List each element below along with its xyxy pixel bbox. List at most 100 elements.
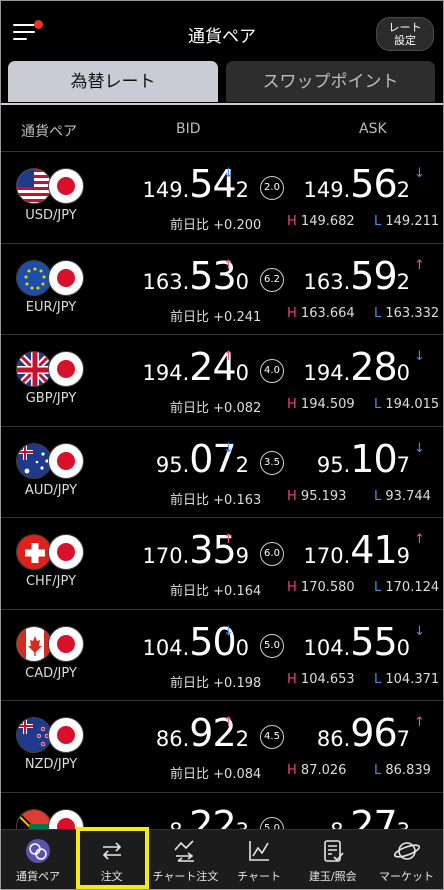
low-label: L [374, 397, 382, 412]
jp-flag-icon [48, 168, 84, 204]
ask-price-prefix: 194. [303, 361, 351, 385]
low-label: L [374, 671, 382, 687]
high-label: H [287, 763, 297, 778]
daily-change-value: +0.084 [213, 767, 262, 782]
arrow-up-icon: ↑ [223, 715, 234, 730]
arrow-down-icon: ↓ [414, 349, 425, 364]
arrow-down-icon: ↓ [414, 166, 425, 181]
nav-item[interactable]: チャート注文 [148, 830, 222, 889]
ask-price-prefix: 95. [316, 452, 351, 477]
pair-flags [16, 259, 86, 296]
tab-bar: 為替レート スワップポイント [1, 61, 443, 103]
ask-price[interactable]: 194.280 [304, 345, 411, 389]
high-value: 194.509 [300, 397, 355, 412]
nav-item[interactable]: チャート [222, 830, 296, 889]
low-value: 194.015 [385, 397, 440, 412]
arrow-up-icon: ↑ [414, 257, 425, 273]
daily-change-value: +0.241 [213, 309, 262, 325]
arrow-down-icon: ↓ [223, 166, 234, 181]
ask-price-pips: 28 [350, 345, 397, 389]
daily-change: 前日比 +0.241 [170, 306, 261, 325]
column-ask: ASK [359, 121, 387, 137]
nav-item[interactable]: マーケット [370, 830, 444, 889]
daily-change-value: +0.082 [213, 401, 262, 416]
pair-flags [16, 442, 86, 479]
tab-swap-points[interactable]: スワップポイント [226, 61, 435, 102]
daily-change: 前日比 +0.082 [170, 397, 261, 416]
rate-row[interactable]: CAD/JPY 104.500 ↓ 5.0 104.550 ↓ 前日比 +0.198 H 10… [1, 608, 443, 701]
nav-item-label: マーケット [379, 870, 434, 883]
bid-price-prefix: 86. [155, 727, 190, 751]
us-flag-icon [16, 168, 52, 204]
bid-arrow: ↑ [223, 701, 237, 731]
ask-price[interactable]: 95.107 [317, 437, 410, 481]
ask-arrow: ↓ [414, 610, 428, 640]
rate-row[interactable]: USD/JPY 149.542 ↓ 2.0 149.562 ↓ 前日比 +0.200 H 14… [1, 151, 443, 243]
ask-price-pips: 55 [350, 619, 397, 664]
header-bar: 通貨ペア レート 設定 [1, 1, 443, 61]
chart-order-icon [172, 838, 198, 864]
ask-arrow: ↑ [414, 701, 428, 731]
daily-low: L 149.211 [374, 214, 439, 229]
nav-item-label: チャート注文 [152, 870, 219, 883]
bid-arrow: ↑ [223, 244, 237, 274]
low-value: 104.371 [385, 671, 440, 687]
high-label: H [287, 214, 297, 229]
rate-row[interactable]: EUR/JPY 163.530 ↑ 6.2 163.592 ↑ 前日比 +0.241 H 16… [1, 242, 443, 335]
arrow-up-icon: ↑ [414, 532, 425, 547]
ask-price[interactable]: 163.592 [304, 254, 411, 298]
daily-high: H 163.664 [287, 306, 355, 321]
rate-row[interactable]: NZD/JPY 86.922 ↑ 4.5 86.967 ↑ 前日比 +0.084 H 87.0… [1, 700, 443, 792]
rate-row[interactable]: AUD/JPY 95.072 ↓ 3.5 95.107 ↓ 前日比 +0.163 H 95.1… [1, 425, 443, 518]
low-label: L [374, 488, 382, 504]
nav-item[interactable]: 建玉/照会 [296, 830, 370, 889]
ask-arrow [414, 793, 428, 823]
ask-price[interactable]: 86.967 [317, 711, 410, 755]
nav-item-label: 通貨ペア [16, 870, 60, 883]
ask-price[interactable]: 104.550 [304, 620, 411, 664]
ask-price-fraction: 2 [396, 269, 410, 294]
low-label: L [374, 305, 382, 321]
ask-price-prefix: 104. [303, 635, 351, 660]
jp-flag-icon [48, 717, 84, 753]
ask-arrow: ↓ [414, 152, 428, 182]
ask-price-pips: 56 [350, 162, 397, 206]
nav-item-label: 建玉/照会 [308, 870, 357, 883]
high-label: H [287, 488, 297, 504]
pair-name: CHF/JPY [25, 574, 77, 589]
daily-change: 前日比 +0.163 [170, 489, 261, 508]
spread-badge: 4.0 [260, 359, 284, 383]
rate-row[interactable]: GBP/JPY 194.240 ↑ 4.0 194.280 ↓ 前日比 +0.082 H 19… [1, 334, 443, 426]
ask-price-fraction: 7 [396, 452, 410, 477]
high-value: 163.664 [300, 305, 355, 321]
ask-price-fraction: 0 [396, 361, 410, 385]
rate-row[interactable]: CHF/JPY 170.359 ↑ 6.0 170.419 ↑ 前日比 +0.164 H 17… [1, 517, 443, 609]
line-chart-icon [246, 838, 272, 864]
low-value: 86.839 [385, 763, 431, 778]
daily-change-value: +0.198 [213, 675, 262, 691]
bid-price-prefix: 149. [142, 178, 190, 202]
bid-arrow: ↑ [223, 518, 237, 548]
jp-flag-icon [48, 259, 84, 296]
daily-low: L 93.744 [374, 489, 431, 504]
daily-change-label: 前日比 [170, 492, 210, 508]
document-check-icon [320, 838, 346, 864]
ask-price-fraction: 0 [396, 635, 410, 660]
tab-exchange-rate[interactable]: 為替レート [8, 61, 218, 102]
gb-flag-icon [16, 351, 52, 387]
ask-price[interactable]: 149.562 [304, 162, 411, 206]
low-value: 163.332 [385, 305, 440, 321]
daily-change-label: 前日比 [170, 675, 210, 691]
bid-price-fraction: 0 [235, 269, 249, 294]
low-label: L [374, 214, 382, 229]
nav-item[interactable]: 通貨ペア [1, 830, 75, 889]
daily-change-label: 前日比 [170, 767, 210, 782]
rate-settings-button[interactable]: レート 設定 [376, 17, 434, 51]
ask-price-fraction: 2 [396, 178, 410, 202]
daily-change-value: +0.164 [213, 584, 262, 599]
ask-price[interactable]: 170.419 [304, 528, 411, 572]
daily-high: H 149.682 [287, 214, 355, 229]
low-value: 149.211 [385, 214, 440, 229]
high-value: 104.653 [300, 671, 355, 687]
pair-name: NZD/JPY [24, 757, 78, 772]
